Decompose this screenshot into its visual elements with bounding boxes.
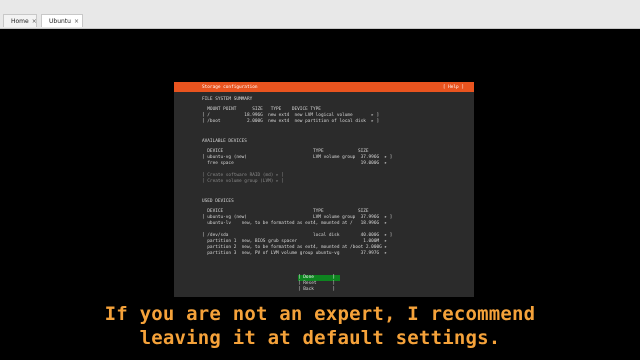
used-row[interactable]: partition 3 new, PV of LVM volume group … bbox=[202, 251, 387, 256]
available-row[interactable]: free space 19.000G ▸ bbox=[202, 161, 387, 166]
tab-ubuntu-label: Ubuntu bbox=[49, 17, 71, 25]
installer-screen: Storage configuration [ Help ] FILE SYST… bbox=[174, 82, 474, 297]
used-row[interactable]: partition 1 new, BIOS grub spacer 1.000M… bbox=[202, 239, 387, 244]
close-icon[interactable]: × bbox=[74, 18, 79, 25]
fs-summary-columns: MOUNT POINT SIZE TYPE DEVICE TYPE bbox=[202, 107, 321, 112]
fs-summary-row[interactable]: [ / 18.996G new ext4 new LVM logical vol… bbox=[202, 113, 379, 118]
create-volume-group-button[interactable]: [ Create volume group (LVM) ▸ ] bbox=[202, 179, 284, 184]
available-columns: DEVICE TYPE SIZE bbox=[202, 149, 369, 154]
tab-home-label: Home bbox=[11, 17, 29, 25]
create-raid-button[interactable]: [ Create software RAID (md) ▸ ] bbox=[202, 173, 284, 178]
subtitle-line-1: If you are not an expert, I recommend bbox=[104, 303, 536, 325]
used-row[interactable]: [ ubuntu-vg (new) LVM volume group 37.99… bbox=[202, 215, 392, 220]
fs-summary-heading: FILE SYSTEM SUMMARY bbox=[202, 97, 253, 102]
used-row[interactable]: [ /dev/sda local disk 40.000G ▸ ] bbox=[202, 233, 392, 238]
used-row[interactable]: ubuntu-lv new, to be formatted as ext4, … bbox=[202, 221, 387, 226]
help-button[interactable]: [ Help ] bbox=[443, 85, 464, 90]
vm-window: Home × Ubuntu × Storage configuration [ … bbox=[0, 0, 640, 360]
tab-home[interactable]: Home × bbox=[3, 14, 37, 27]
used-row[interactable]: partition 2 new, to be formatted as ext4… bbox=[202, 245, 387, 250]
tab-bar: Home × Ubuntu × bbox=[0, 0, 640, 29]
tab-ubuntu[interactable]: Ubuntu × bbox=[41, 14, 83, 27]
close-icon[interactable]: × bbox=[32, 18, 37, 25]
fs-summary-row[interactable]: [ /boot 2.000G new ext4 new partition of… bbox=[202, 119, 379, 124]
used-devices-heading: USED DEVICES bbox=[202, 199, 234, 204]
page-title: Storage configuration bbox=[202, 84, 258, 90]
available-devices-heading: AVAILABLE DEVICES bbox=[202, 139, 247, 144]
used-columns: DEVICE TYPE SIZE bbox=[202, 209, 369, 214]
installer-header: Storage configuration [ Help ] bbox=[174, 82, 474, 92]
back-button[interactable]: [ Back ] bbox=[298, 287, 340, 293]
subtitle-line-2: leaving it at default settings. bbox=[139, 327, 501, 349]
available-row[interactable]: [ ubuntu-vg (new) LVM volume group 37.99… bbox=[202, 155, 392, 160]
